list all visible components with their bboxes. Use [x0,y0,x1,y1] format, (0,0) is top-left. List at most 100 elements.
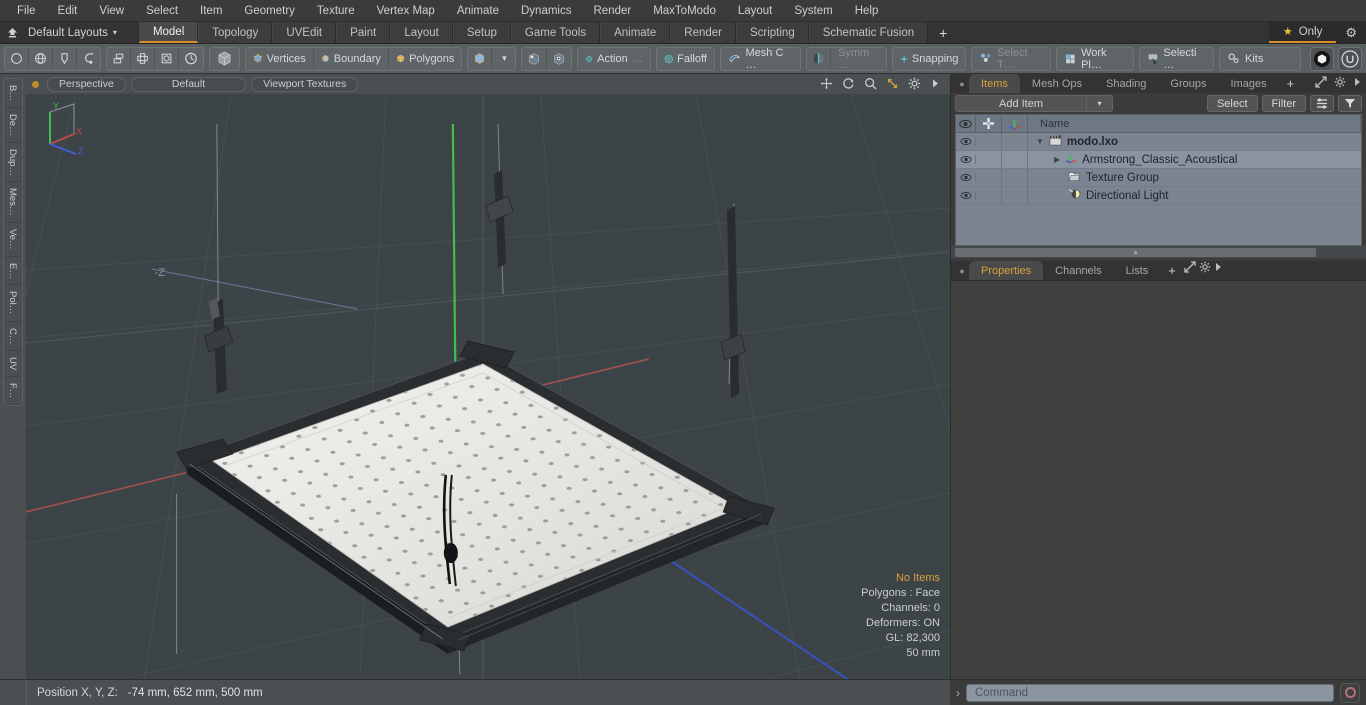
row-pin-cell[interactable] [976,133,1002,150]
rail-tab-polygon[interactable]: Pol… [4,285,21,322]
viewport-style-button[interactable]: Default [130,76,247,92]
menu-item-vertex-map[interactable]: Vertex Map [366,0,446,22]
add-panel-tab-button[interactable]: + [1279,74,1303,93]
rounded-square-icon[interactable] [155,47,180,70]
gear-icon[interactable] [1334,76,1346,91]
menu-item-file[interactable]: File [6,0,47,22]
clock-icon[interactable] [179,48,202,70]
only-toggle-button[interactable]: ★ Only [1268,22,1337,43]
mode-dropdown-caret[interactable]: ▾ [492,48,514,70]
item-list[interactable]: Name ▼ modo.lxo ▶ Armstrong_Classic_Acou… [955,114,1362,246]
command-input[interactable]: Command [966,683,1334,702]
snapping-button[interactable]: Snapping [893,48,966,70]
viewport-projection-button[interactable]: Perspective [47,76,126,92]
arrow-right-icon[interactable] [1214,263,1222,276]
tab-scripting[interactable]: Scripting [735,22,809,43]
work-plane-button[interactable]: Work Pl… [1057,48,1132,70]
tab-mesh-ops[interactable]: Mesh Ops [1020,74,1094,93]
menu-item-texture[interactable]: Texture [306,0,366,22]
filter-button[interactable]: Filter [1261,95,1306,112]
polygons-button[interactable]: Polygons [389,48,461,70]
add-tab-button[interactable]: + [928,22,958,43]
action-center-button[interactable]: Action … [578,48,650,70]
tab-setup[interactable]: Setup [452,22,511,43]
shaded-cube-icon[interactable] [522,47,547,70]
home-up-icon[interactable] [0,22,24,43]
rail-tab-mesh[interactable]: Mes… [4,182,21,223]
row-axis-cell[interactable] [1002,133,1028,150]
unreal-engine-icon[interactable] [1338,46,1362,71]
table-row[interactable]: Texture Group [956,169,1361,187]
item-list-scrollbar[interactable]: ● [951,246,1366,258]
menu-item-geometry[interactable]: Geometry [233,0,306,22]
expand-icon[interactable] [1315,76,1327,91]
globe-icon[interactable] [29,47,53,70]
pen-icon[interactable] [53,47,77,70]
rail-tab-uv[interactable]: UV [4,350,21,378]
shaded-cube-alt-icon[interactable] [547,48,571,70]
tab-paint[interactable]: Paint [336,22,391,43]
row-visibility-eye-icon[interactable] [956,191,976,200]
tab-model[interactable]: Model [138,22,199,43]
table-row[interactable]: ▶ Armstrong_Classic_Acoustical [956,151,1361,169]
arrow-right-icon[interactable] [930,77,940,92]
tab-items[interactable]: Items [969,74,1020,93]
pin-icon[interactable] [976,115,1002,132]
record-circle-icon[interactable] [1340,682,1360,703]
row-pin-cell[interactable] [976,169,1002,186]
row-visibility-eye-icon[interactable] [956,137,976,146]
menu-item-layout[interactable]: Layout [727,0,784,22]
fit-icon[interactable] [886,77,899,92]
menu-item-help[interactable]: Help [844,0,890,22]
magnify-icon[interactable] [864,77,877,92]
add-properties-tab-button[interactable]: + [1160,261,1184,280]
twisty-icon[interactable]: ▼ [1036,137,1044,146]
menu-item-maxtomodo[interactable]: MaxToModo [642,0,727,22]
tab-channels[interactable]: Channels [1043,261,1113,280]
menu-item-render[interactable]: Render [582,0,642,22]
funnel-icon[interactable] [1338,95,1362,112]
default-layouts-dropdown[interactable]: Default Layouts ▾ [24,22,127,43]
rail-tab-basic[interactable]: B… [4,79,21,108]
menu-item-edit[interactable]: Edit [47,0,89,22]
row-visibility-eye-icon[interactable] [956,155,976,164]
row-axis-cell[interactable] [1002,187,1028,204]
properties-menu-dot[interactable]: ● [955,261,969,280]
menu-item-dynamics[interactable]: Dynamics [510,0,582,22]
tab-schematic-fusion[interactable]: Schematic Fusion [808,22,929,43]
rail-tab-curve[interactable]: C… [4,321,21,351]
move-icon[interactable] [820,77,833,92]
gear-icon[interactable]: ⚙ [1336,22,1366,43]
mode-cube-icon[interactable] [468,47,493,70]
menu-item-system[interactable]: System [783,0,843,22]
row-axis-cell[interactable] [1002,151,1028,168]
axis-icon[interactable] [1002,115,1028,132]
add-item-control[interactable]: Add Item ▾ [955,95,1113,112]
tab-shading[interactable]: Shading [1094,74,1158,93]
falloff-button[interactable]: Falloff [657,48,714,70]
selection-set-button[interactable]: Selecti … [1140,48,1213,70]
row-name-cell[interactable]: Texture Group [1028,171,1361,185]
circle-icon[interactable] [5,47,29,70]
table-row[interactable]: Directional Light [956,187,1361,205]
modo-badge-icon[interactable] [1310,46,1334,71]
table-row[interactable]: ▼ modo.lxo [956,133,1361,151]
tab-properties[interactable]: Properties [969,261,1044,280]
vertices-button[interactable]: Vertices [246,47,314,70]
add-item-label[interactable]: Add Item [955,95,1087,112]
arrow-right-icon[interactable] [1353,76,1361,91]
item-list-scroll-thumb[interactable]: ● [955,247,1316,257]
expand-icon[interactable] [1184,261,1199,276]
row-visibility-eye-icon[interactable] [956,173,976,182]
rail-tab-duplicate[interactable]: Dup… [4,142,21,183]
tab-uvedit[interactable]: UVEdit [272,22,337,43]
stack-icon[interactable] [107,47,132,70]
tab-lists[interactable]: Lists [1114,261,1161,280]
row-name-cell[interactable]: ▶ Armstrong_Classic_Acoustical [1028,152,1361,167]
twisty-icon[interactable]: ▶ [1054,155,1060,164]
kits-button[interactable]: Kits [1220,48,1300,70]
menu-item-item[interactable]: Item [189,0,233,22]
row-name-cell[interactable]: ▼ modo.lxo [1028,134,1361,149]
row-name-cell[interactable]: Directional Light [1028,188,1361,203]
symmetry-icon[interactable] [807,47,832,70]
